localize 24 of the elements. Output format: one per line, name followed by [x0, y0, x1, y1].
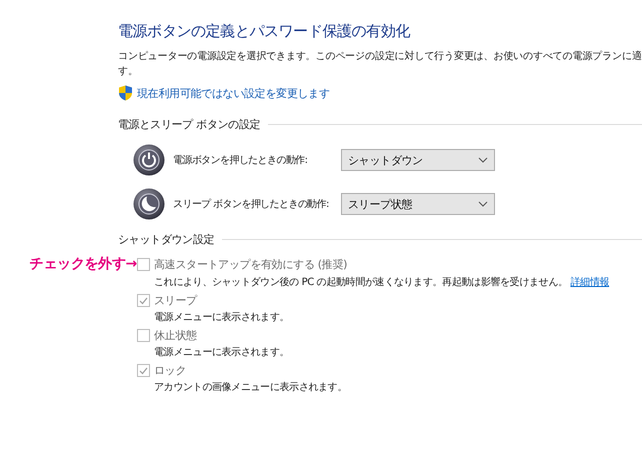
option-description: アカウントの画像メニューに表示されます。 — [154, 380, 348, 394]
annotation-text: チェックを外す→ — [30, 255, 137, 273]
power-icon — [133, 144, 165, 176]
chevron-icon — [478, 201, 488, 207]
action-label: 電源ボタンを押したときの動作: — [173, 154, 308, 167]
page-title: 電源ボタンの定義とパスワード保護の有効化 — [118, 22, 412, 41]
option-description: 電源メニューに表示されます。 — [154, 310, 290, 324]
checkbox-label: ロック — [154, 363, 188, 378]
description-text: コンピューターの電源設定を選択できます。このページの設定に対して行う変更は、お使いのすべての電源プランに適 — [118, 50, 642, 64]
moon-icon — [133, 188, 165, 220]
action-label: スリープ ボタンを押したときの動作: — [173, 198, 330, 211]
action-dropdown[interactable]: スリープ状態 — [341, 193, 495, 215]
option-description: 電源メニューに表示されます。 — [154, 346, 290, 359]
checkbox-label: 休止状態 — [154, 328, 198, 343]
section-heading: 電源とスリープ ボタンの設定 — [118, 117, 260, 132]
change-settings-link[interactable]: 現在利用可能ではない設定を変更します — [137, 86, 330, 100]
shield-icon — [118, 85, 133, 101]
option-description: これにより、シャットダウン後の PC の起動時間が速くなります。再起動は影響を受けません。 詳細情報 — [154, 276, 610, 289]
description-text: す。 — [118, 65, 139, 79]
chevron-icon — [478, 157, 488, 163]
section-heading: シャットダウン設定 — [118, 232, 214, 247]
checkbox-label: 高速スタートアップを有効にする (推奨) — [154, 256, 348, 272]
action-dropdown[interactable]: シャットダウン — [341, 149, 495, 171]
checkbox-label: スリープ — [154, 293, 198, 308]
